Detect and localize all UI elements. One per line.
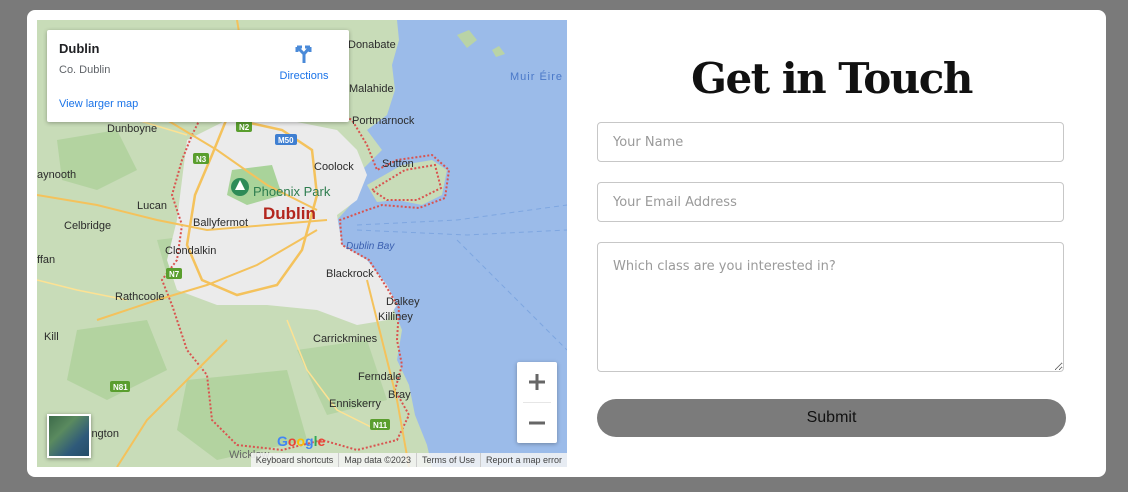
label-n81: N81 — [113, 383, 128, 392]
view-larger-map-link[interactable]: View larger map — [59, 98, 138, 110]
label-sutton: Sutton — [382, 158, 414, 170]
label-muir: Muir Éire — [510, 70, 563, 83]
directions-icon — [295, 45, 312, 63]
label-dublin: Dublin — [263, 204, 316, 223]
page-title: Get in Touch — [691, 54, 973, 103]
email-input[interactable] — [597, 182, 1064, 222]
zoom-in-button[interactable] — [517, 362, 557, 402]
label-blackrock: Blackrock — [326, 268, 374, 280]
embedded-map[interactable]: Donabate Muir Éire Malahide Dunboyne Por… — [37, 20, 567, 467]
contact-card: Donabate Muir Éire Malahide Dunboyne Por… — [27, 10, 1106, 477]
place-subtitle: Co. Dublin — [59, 64, 111, 76]
label-dublin-bay: Dublin Bay — [346, 241, 395, 252]
label-n11: N11 — [373, 421, 388, 430]
report-error-link[interactable]: Report a map error — [479, 453, 567, 467]
zoom-out-button[interactable] — [517, 403, 557, 443]
label-rathcoole: Rathcoole — [115, 291, 165, 303]
label-n3: N3 — [196, 155, 207, 164]
label-lucan: Lucan — [137, 200, 167, 212]
label-malahide: Malahide — [349, 83, 394, 95]
name-input[interactable] — [597, 122, 1064, 162]
label-enniskerry: Enniskerry — [329, 398, 381, 410]
google-logo: Google — [277, 433, 326, 449]
label-portmarnock: Portmarnock — [352, 115, 415, 127]
label-m50: M50 — [278, 136, 294, 145]
label-blessington: ington — [89, 428, 119, 440]
label-ballyfermot: Ballyfermot — [193, 217, 248, 229]
submit-button[interactable]: Submit — [597, 399, 1066, 437]
label-celbridge: Celbridge — [64, 220, 111, 232]
label-clondalkin: Clondalkin — [165, 245, 216, 257]
label-dalkey: Dalkey — [386, 296, 420, 308]
map-data-text: Map data ©2023 — [338, 453, 416, 467]
island — [457, 30, 477, 48]
minus-icon — [529, 421, 545, 425]
contact-form: Get in Touch Submit — [597, 10, 1066, 477]
label-n7: N7 — [169, 270, 180, 279]
terms-link[interactable]: Terms of Use — [415, 453, 480, 467]
label-ferndale: Ferndale — [358, 371, 401, 383]
island — [492, 46, 505, 57]
label-phoenix-park: Phoenix Park — [253, 184, 331, 199]
satellite-toggle[interactable] — [47, 414, 91, 458]
label-kill: Kill — [44, 331, 59, 343]
label-donabate: Donabate — [348, 39, 396, 51]
map-attribution: Keyboard shortcuts Map data ©2023 Terms … — [250, 453, 567, 467]
label-dunboyne: Dunboyne — [107, 123, 157, 135]
directions-button[interactable]: Directions — [273, 42, 335, 82]
zoom-controls — [517, 362, 557, 443]
label-n2: N2 — [239, 123, 250, 132]
directions-label: Directions — [279, 70, 329, 82]
label-naas: ffan — [37, 254, 55, 266]
label-maynooth: aynooth — [37, 169, 76, 181]
place-info-card: Dublin Co. Dublin View larger map Direct… — [47, 30, 349, 122]
place-title: Dublin — [59, 41, 100, 56]
label-bray: Bray — [388, 389, 411, 401]
label-coolock: Coolock — [314, 161, 354, 173]
label-killiney: Killiney — [378, 311, 413, 323]
plus-icon — [529, 374, 545, 390]
label-carrickmines: Carrickmines — [313, 333, 378, 345]
message-textarea[interactable] — [597, 242, 1064, 372]
keyboard-shortcuts-link[interactable]: Keyboard shortcuts — [251, 453, 339, 467]
